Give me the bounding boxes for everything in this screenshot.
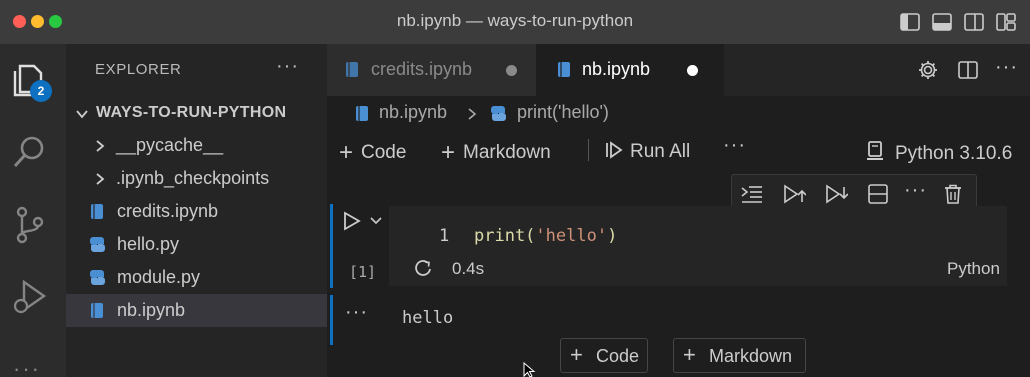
chevron-down-icon[interactable]: [369, 215, 383, 227]
add-code-cell-button[interactable]: + Code: [339, 137, 407, 166]
split-editor-icon[interactable]: [957, 59, 979, 81]
tree-item-label: module.py: [117, 267, 201, 287]
kernel-label: Python 3.10.6: [895, 143, 1013, 164]
breadcrumb-file[interactable]: nb.ipynb: [379, 102, 447, 123]
execution-duration: 0.4s: [452, 259, 485, 278]
python-file-icon: [90, 270, 105, 285]
tab-label: credits.ipynb: [371, 59, 473, 79]
tree-item-label: nb.ipynb: [117, 300, 186, 320]
insert-markdown-label: Markdown: [709, 346, 793, 366]
explorer-badge: 2: [30, 80, 52, 102]
execution-status-icon: [415, 260, 431, 276]
toggle-panel-icon[interactable]: [931, 11, 953, 33]
cell-output: hello: [402, 308, 454, 328]
cell-more-icon[interactable]: ···: [904, 179, 927, 202]
tree-item-label: hello.py: [117, 234, 180, 254]
tree-item-label: credits.ipynb: [117, 201, 219, 221]
editor-more-icon[interactable]: ···: [995, 56, 1018, 79]
tree-item-nb-ipynb[interactable]: nb.ipynb: [66, 294, 327, 327]
code-cell[interactable]: 1 print('hello') 0.4s Python: [389, 206, 1007, 286]
more-icon[interactable]: ···: [13, 356, 41, 377]
code-line[interactable]: print('hello'): [474, 226, 617, 246]
plus-icon: +: [441, 139, 456, 166]
chevron-right-icon: [96, 140, 105, 152]
explorer-more-button[interactable]: ···: [276, 55, 299, 78]
toolbar-more-icon[interactable]: ···: [723, 134, 746, 157]
notebook-file-icon: [91, 303, 103, 318]
customize-layout-icon[interactable]: [995, 11, 1017, 33]
toggle-sidebar-icon[interactable]: [899, 11, 921, 33]
python-file-icon: [90, 237, 105, 252]
editor-tab-bar: credits.ipynb nb.ipynb ···: [327, 44, 1030, 96]
kernel-picker[interactable]: Python 3.10.6: [865, 137, 1012, 165]
tree-item-pycache[interactable]: __pycache__: [66, 129, 327, 162]
add-markdown-label: Markdown: [463, 142, 551, 163]
source-control-icon[interactable]: [10, 204, 50, 244]
split-cell-icon[interactable]: [866, 183, 890, 205]
cell-language[interactable]: Python: [947, 259, 1000, 279]
plus-icon: +: [339, 139, 354, 166]
explorer-title: EXPLORER: [95, 61, 182, 78]
toggle-secondary-sidebar-icon[interactable]: [963, 11, 985, 33]
plus-icon: +: [683, 342, 696, 367]
modified-dot-icon[interactable]: [506, 65, 517, 76]
notebook-file-icon: [91, 204, 103, 219]
kernel-icon: [867, 141, 883, 160]
notebook-file-icon: [346, 62, 358, 77]
execution-count: [1]: [349, 263, 377, 281]
output-more-icon[interactable]: ···: [345, 301, 368, 324]
insert-markdown-cell-button[interactable]: + Markdown: [673, 338, 806, 373]
add-markdown-cell-button[interactable]: + Markdown: [441, 137, 551, 166]
tree-item-hello-py[interactable]: hello.py: [66, 228, 327, 261]
insert-code-cell-button[interactable]: + Code: [560, 338, 648, 373]
chevron-right-icon: [468, 108, 477, 120]
execute-and-above-icon[interactable]: [782, 183, 806, 205]
run-all-icon: [606, 141, 623, 159]
explorer-sidebar: EXPLORER ··· WAYS-TO-RUN-PYTHON __pycach…: [66, 44, 327, 377]
tree-item-module-py[interactable]: module.py: [66, 261, 327, 294]
workspace-folder[interactable]: WAYS-TO-RUN-PYTHON: [66, 96, 327, 129]
breadcrumb-symbol[interactable]: print('hello'): [517, 102, 609, 123]
tab-nb-ipynb[interactable]: nb.ipynb: [536, 44, 724, 96]
line-number: 1: [439, 226, 450, 246]
mouse-cursor-icon: [523, 362, 536, 377]
run-all-label: Run All: [630, 141, 691, 162]
run-cell-icon[interactable]: [342, 210, 362, 232]
search-icon[interactable]: [10, 132, 50, 172]
notebook-file-icon: [356, 106, 368, 121]
plus-icon: +: [570, 342, 583, 367]
gear-icon[interactable]: [917, 59, 939, 81]
chevron-right-icon: [96, 173, 105, 185]
tree-item-ipynb-checkpoints[interactable]: .ipynb_checkpoints: [66, 162, 327, 195]
chevron-down-icon: [76, 110, 88, 119]
notebook-file-icon: [558, 62, 570, 77]
tree-item-label: .ipynb_checkpoints: [116, 168, 270, 188]
insert-code-label: Code: [596, 346, 640, 366]
modified-dot-icon[interactable]: [687, 65, 698, 76]
code-paren: ): [607, 226, 618, 246]
run-debug-icon[interactable]: [10, 276, 50, 316]
code-function: print(: [474, 226, 536, 246]
python-file-icon: [491, 106, 506, 121]
code-string: 'hello': [535, 226, 608, 246]
tab-label: nb.ipynb: [582, 59, 651, 79]
run-all-button[interactable]: Run All: [604, 137, 690, 163]
tree-item-label: __pycache__: [116, 135, 224, 155]
toolbar-divider: [588, 139, 589, 161]
title-bar: nb.ipynb — ways-to-run-python: [0, 0, 1030, 44]
notebook-editor: nb.ipynb print('hello') + Code + Markdown …: [327, 96, 1030, 377]
execute-and-below-icon[interactable]: [824, 183, 848, 205]
activity-bar: 2 ···: [0, 44, 66, 377]
tree-item-credits-ipynb[interactable]: credits.ipynb: [66, 195, 327, 228]
cell-focus-indicator: [330, 204, 333, 288]
workspace-folder-label: WAYS-TO-RUN-PYTHON: [96, 104, 287, 121]
window-title: nb.ipynb — ways-to-run-python: [396, 11, 634, 30]
tab-credits-ipynb[interactable]: credits.ipynb: [327, 44, 536, 96]
add-code-label: Code: [361, 142, 407, 163]
delete-cell-icon[interactable]: [942, 183, 964, 205]
execute-above-cells-icon[interactable]: [740, 183, 764, 205]
output-focus-indicator: [330, 295, 333, 345]
